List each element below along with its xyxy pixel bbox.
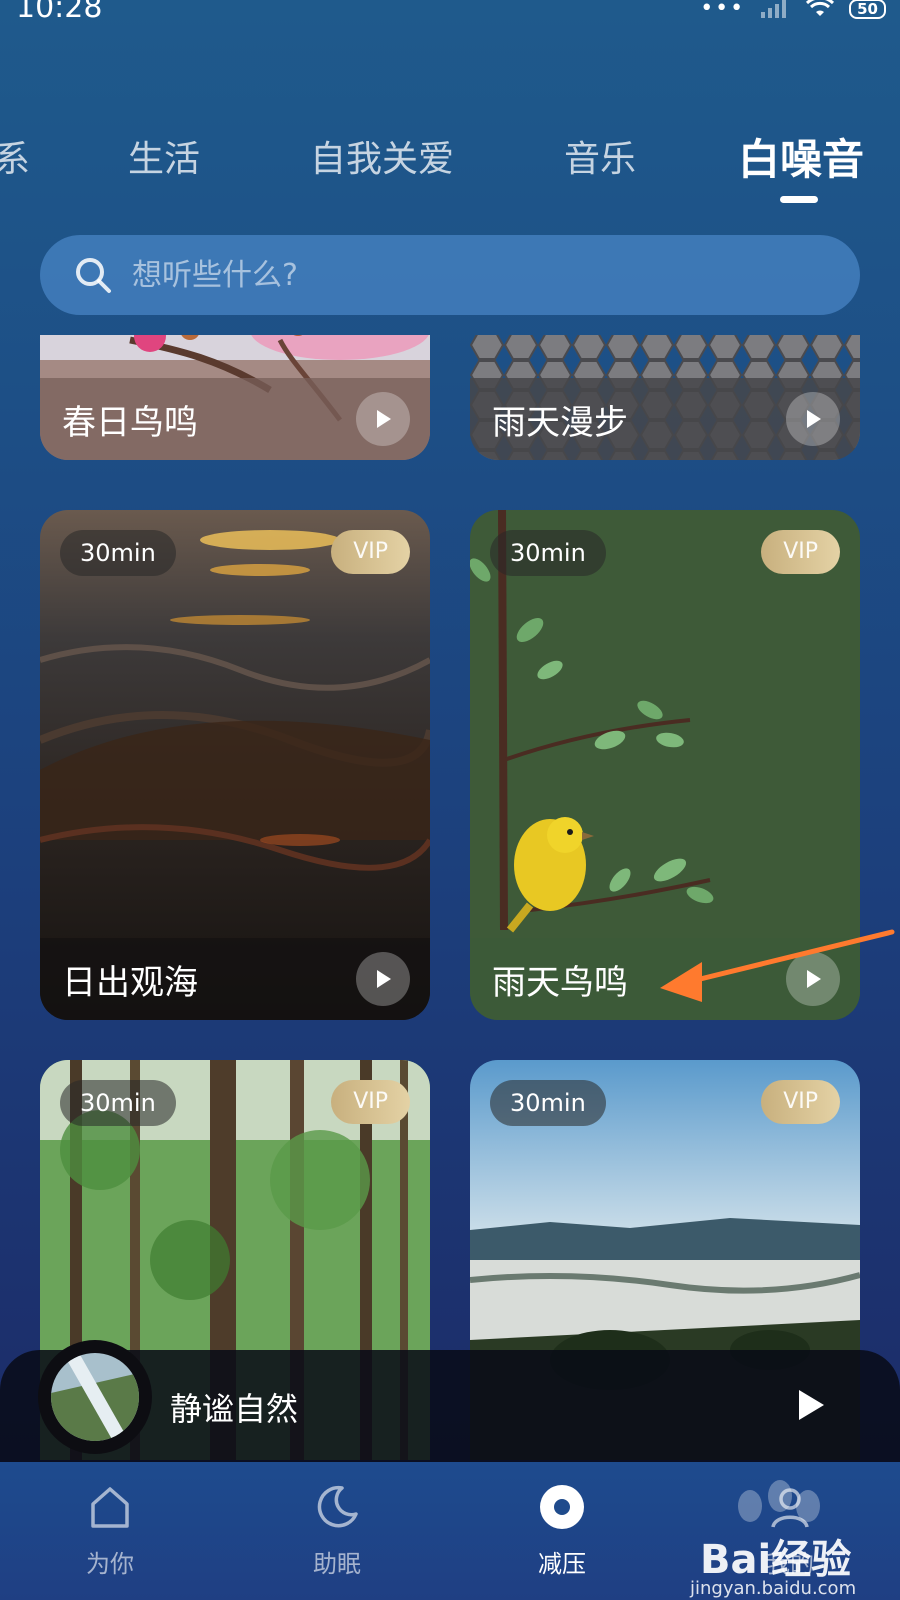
search-icon bbox=[76, 258, 111, 293]
vip-badge: VIP bbox=[761, 1080, 840, 1124]
mini-play-icon[interactable] bbox=[796, 1388, 826, 1422]
tab-white-noise[interactable]: 白噪音 bbox=[738, 126, 864, 187]
status-bar: 10:28 ••• 50 bbox=[0, 0, 900, 36]
battery-icon: 50 bbox=[849, 0, 886, 19]
annotation-arrow-icon bbox=[660, 929, 895, 1002]
duration-badge: 30min bbox=[60, 530, 176, 576]
sound-grid: 春日鸟鸣 雨天漫步 30min VIP 日出观海 30min VIP 雨天鸟鸣 … bbox=[0, 335, 900, 1460]
search-bar[interactable] bbox=[40, 235, 860, 315]
nav-sleep[interactable]: 助眠 bbox=[277, 1482, 397, 1579]
play-button[interactable] bbox=[356, 952, 410, 1006]
card-label-bar: 雨天漫步 bbox=[470, 378, 860, 460]
sound-card-sunrise-sea[interactable]: 30min VIP 日出观海 bbox=[40, 510, 430, 1020]
card-title: 雨天漫步 bbox=[492, 402, 628, 443]
nav-label: 助眠 bbox=[313, 1550, 361, 1578]
nav-for-you[interactable]: 为你 bbox=[50, 1482, 170, 1579]
play-button[interactable] bbox=[356, 392, 410, 446]
more-dots-icon: ••• bbox=[700, 0, 746, 21]
tab-relationship[interactable]: 系 bbox=[0, 130, 30, 182]
tab-life[interactable]: 生活 bbox=[128, 130, 200, 182]
duration-badge: 30min bbox=[60, 1080, 176, 1126]
tab-music[interactable]: 音乐 bbox=[564, 130, 636, 182]
card-label-bar: 春日鸟鸣 bbox=[40, 378, 430, 460]
now-playing-title: 静谧自然 bbox=[170, 1390, 299, 1428]
duration-badge: 30min bbox=[490, 1080, 606, 1126]
card-title: 日出观海 bbox=[62, 962, 198, 1003]
now-playing-artwork bbox=[51, 1353, 139, 1441]
vip-badge: VIP bbox=[331, 1080, 410, 1124]
play-icon bbox=[377, 970, 391, 988]
wifi-icon bbox=[806, 0, 835, 16]
tab-self-care[interactable]: 自我关爱 bbox=[310, 130, 454, 182]
play-icon bbox=[807, 410, 821, 428]
vip-badge: VIP bbox=[761, 530, 840, 574]
moon-icon bbox=[317, 1485, 358, 1528]
duration-badge: 30min bbox=[490, 530, 606, 576]
search-input[interactable] bbox=[132, 257, 772, 293]
status-icons: ••• 50 bbox=[700, 0, 886, 21]
card-label-bar: 日出观海 bbox=[40, 938, 430, 1020]
sound-card-rain-walk[interactable]: 雨天漫步 bbox=[470, 335, 860, 460]
card-title: 雨天鸟鸣 bbox=[492, 962, 628, 1003]
category-tabs: 系 生活 自我关爱 音乐 白噪音 bbox=[0, 130, 900, 210]
nav-label: 减压 bbox=[538, 1550, 586, 1578]
watermark-text: Bai经验 bbox=[700, 1537, 852, 1583]
status-time: 10:28 bbox=[16, 0, 103, 25]
play-button[interactable] bbox=[786, 392, 840, 446]
vip-badge: VIP bbox=[331, 530, 410, 574]
now-playing-cover bbox=[38, 1340, 152, 1454]
mini-player[interactable]: 静谧自然 bbox=[0, 1340, 900, 1462]
card-title: 春日鸟鸣 bbox=[62, 402, 198, 443]
tab-indicator bbox=[780, 196, 818, 203]
sound-card-spring-birds[interactable]: 春日鸟鸣 bbox=[40, 335, 430, 460]
nav-relax[interactable]: 减压 bbox=[502, 1482, 622, 1579]
home-icon bbox=[91, 1487, 129, 1528]
watermark-url: jingyan.baidu.com bbox=[690, 1578, 857, 1599]
signal-icon bbox=[761, 0, 787, 18]
nav-label: 为你 bbox=[86, 1550, 134, 1578]
relax-icon bbox=[540, 1485, 584, 1529]
play-icon bbox=[377, 410, 391, 428]
